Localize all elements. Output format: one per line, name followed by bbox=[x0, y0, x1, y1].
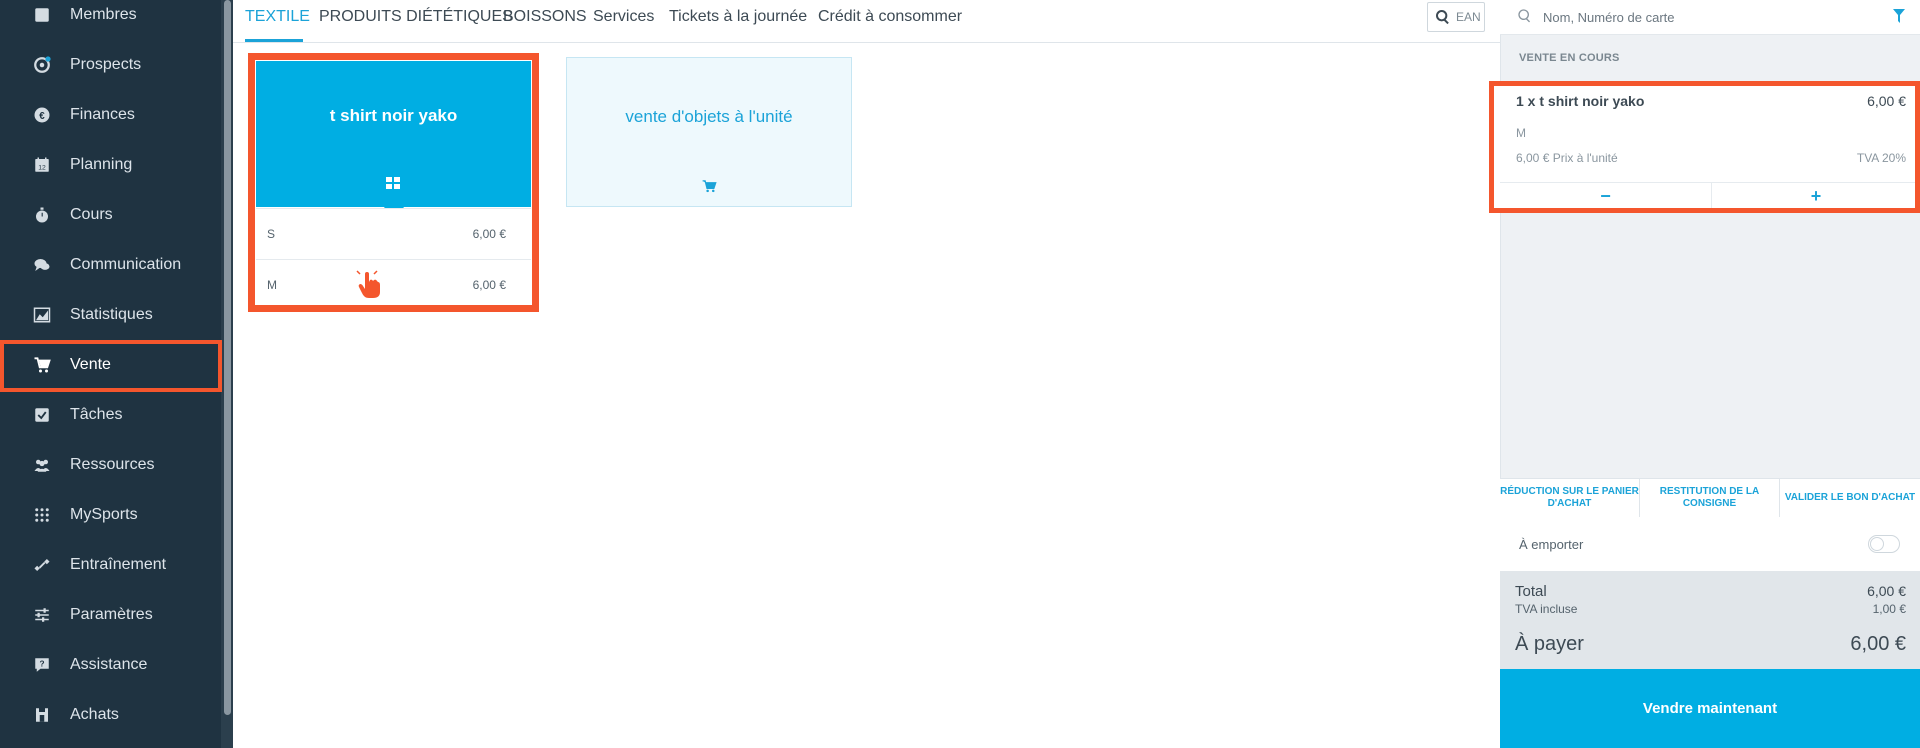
ean-label: EAN bbox=[1456, 10, 1481, 24]
tab-boissons[interactable]: BOISSONS bbox=[503, 0, 587, 42]
sidebar-item-label: Entraînement bbox=[70, 556, 167, 573]
cart-item-tva: TVA 20% bbox=[1856, 151, 1906, 165]
sidebar-item-ressources[interactable]: Ressources bbox=[0, 440, 221, 490]
chat-icon bbox=[32, 255, 52, 275]
sidebar-item-label: Prospects bbox=[70, 56, 142, 73]
store-icon bbox=[32, 705, 52, 725]
sidebar-item-planning[interactable]: 12 Planning bbox=[0, 140, 221, 190]
totals-section: Total 6,00 € TVA incluse 1,00 € À payer … bbox=[1500, 571, 1920, 669]
sidebar-item-finances[interactable]: € Finances bbox=[0, 90, 221, 140]
euro-icon: € bbox=[32, 105, 52, 125]
filter-icon[interactable] bbox=[1893, 9, 1905, 23]
amount-due-label: À payer bbox=[1515, 633, 1584, 655]
takeaway-label: À emporter bbox=[1519, 537, 1584, 552]
validate-voucher-button[interactable]: VALIDER LE BON D'ACHAT bbox=[1780, 479, 1920, 517]
chart-icon bbox=[32, 305, 52, 325]
sidebar: Membres Prospects € Finances 12 Planning… bbox=[0, 0, 233, 748]
cart-icon bbox=[702, 180, 717, 193]
checkbox-icon bbox=[32, 405, 52, 425]
sliders-icon bbox=[32, 605, 52, 625]
increase-quantity-button[interactable]: + bbox=[1712, 183, 1920, 209]
sidebar-item-label: Ressources bbox=[70, 456, 155, 473]
stopwatch-icon bbox=[32, 205, 52, 225]
sidebar-item-cours[interactable]: Cours bbox=[0, 190, 221, 240]
takeaway-toggle[interactable] bbox=[1868, 535, 1900, 553]
sidebar-item-label: Planning bbox=[70, 156, 133, 173]
help-icon: ? bbox=[32, 655, 52, 675]
sidebar-item-label: Communication bbox=[70, 256, 182, 273]
category-tabs: TEXTILE PRODUITS DIÉTÉTIQUES BOISSONS Se… bbox=[233, 0, 1500, 43]
sell-now-button[interactable]: Vendre maintenant bbox=[1500, 669, 1920, 748]
ean-search-button[interactable]: EAN bbox=[1427, 2, 1485, 32]
sidebar-item-label: Cours bbox=[70, 206, 113, 223]
sidebar-item-label: Membres bbox=[70, 6, 137, 23]
sidebar-item-assistance[interactable]: ? Assistance bbox=[0, 640, 221, 690]
sidebar-item-membres[interactable]: Membres bbox=[0, 0, 221, 40]
sidebar-item-entrainement[interactable]: Entraînement bbox=[0, 540, 221, 590]
toggle-knob bbox=[1870, 537, 1884, 551]
svg-text:12: 12 bbox=[38, 165, 46, 172]
sidebar-item-label: Statistiques bbox=[70, 306, 153, 323]
takeaway-row: À emporter bbox=[1500, 517, 1920, 571]
cart-actions: RÉDUCTION SUR LE PANIER D'ACHAT RESTITUT… bbox=[1500, 478, 1920, 518]
decrease-quantity-button[interactable]: − bbox=[1500, 183, 1711, 209]
cart-icon bbox=[32, 355, 52, 375]
tab-credit-consommer[interactable]: Crédit à consommer bbox=[818, 0, 962, 42]
sidebar-item-mysports[interactable]: MySports bbox=[0, 490, 221, 540]
sidebar-item-label: Achats bbox=[70, 706, 119, 723]
cart-item-name: 1 x t shirt noir yako bbox=[1516, 93, 1645, 109]
product-tile-vente-objets[interactable]: vente d'objets à l'unité bbox=[566, 57, 852, 207]
highlight-frame-product bbox=[248, 53, 539, 312]
sidebar-item-vente[interactable]: Vente bbox=[0, 340, 221, 390]
sidebar-item-parametres[interactable]: Paramètres bbox=[0, 590, 221, 640]
cart-discount-button[interactable]: RÉDUCTION SUR LE PANIER D'ACHAT bbox=[1500, 479, 1639, 517]
svg-text:€: € bbox=[39, 111, 45, 122]
search-icon bbox=[1518, 9, 1531, 23]
sidebar-item-label: Tâches bbox=[70, 406, 123, 423]
sidebar-scrollbar-thumb[interactable] bbox=[224, 0, 231, 715]
dots-grid-icon bbox=[32, 505, 52, 525]
sidebar-item-label: Assistance bbox=[70, 656, 148, 673]
sidebar-item-taches[interactable]: Tâches bbox=[0, 390, 221, 440]
member-search[interactable]: Nom, Numéro de carte bbox=[1500, 0, 1920, 35]
amount-due-value: 6,00 € bbox=[1850, 633, 1906, 655]
product-title: vente d'objets à l'unité bbox=[625, 107, 793, 126]
cart-item-price: 6,00 € bbox=[1867, 93, 1906, 109]
deposit-refund-button[interactable]: RESTITUTION DE LA CONSIGNE bbox=[1640, 479, 1779, 517]
cart-item-unit-price: 6,00 € Prix à l'unité bbox=[1516, 151, 1618, 165]
dumbbell-icon bbox=[32, 555, 52, 575]
calendar-icon: 12 bbox=[32, 155, 52, 175]
sidebar-item-prospects[interactable]: Prospects bbox=[0, 40, 221, 90]
id-card-icon bbox=[32, 5, 52, 25]
total-value: 6,00 € bbox=[1867, 583, 1906, 599]
sale-heading: VENTE EN COURS bbox=[1519, 52, 1620, 64]
tab-services[interactable]: Services bbox=[593, 0, 654, 42]
tva-label: TVA incluse bbox=[1515, 602, 1578, 616]
sidebar-item-label: Finances bbox=[70, 106, 135, 123]
target-icon bbox=[32, 55, 52, 75]
hand-cursor-icon bbox=[356, 270, 380, 298]
tva-value: 1,00 € bbox=[1872, 602, 1906, 616]
sidebar-item-label: MySports bbox=[70, 506, 138, 523]
sidebar-item-communication[interactable]: Communication bbox=[0, 240, 221, 290]
svg-text:?: ? bbox=[39, 660, 44, 669]
tab-produits-dietetiques[interactable]: PRODUITS DIÉTÉTIQUES bbox=[319, 0, 513, 42]
users-icon bbox=[32, 455, 52, 475]
search-icon bbox=[1436, 10, 1449, 25]
tab-textile[interactable]: TEXTILE bbox=[245, 0, 310, 42]
sidebar-item-label: Paramètres bbox=[70, 606, 153, 623]
sidebar-item-label: Vente bbox=[70, 356, 111, 373]
total-label: Total bbox=[1515, 583, 1547, 600]
search-input[interactable]: Nom, Numéro de carte bbox=[1543, 10, 1675, 25]
sidebar-item-statistiques[interactable]: Statistiques bbox=[0, 290, 221, 340]
cart-item-size: M bbox=[1516, 126, 1526, 140]
sidebar-item-achats[interactable]: Achats bbox=[0, 690, 221, 740]
tab-tickets-journee[interactable]: Tickets à la journée bbox=[669, 0, 807, 42]
